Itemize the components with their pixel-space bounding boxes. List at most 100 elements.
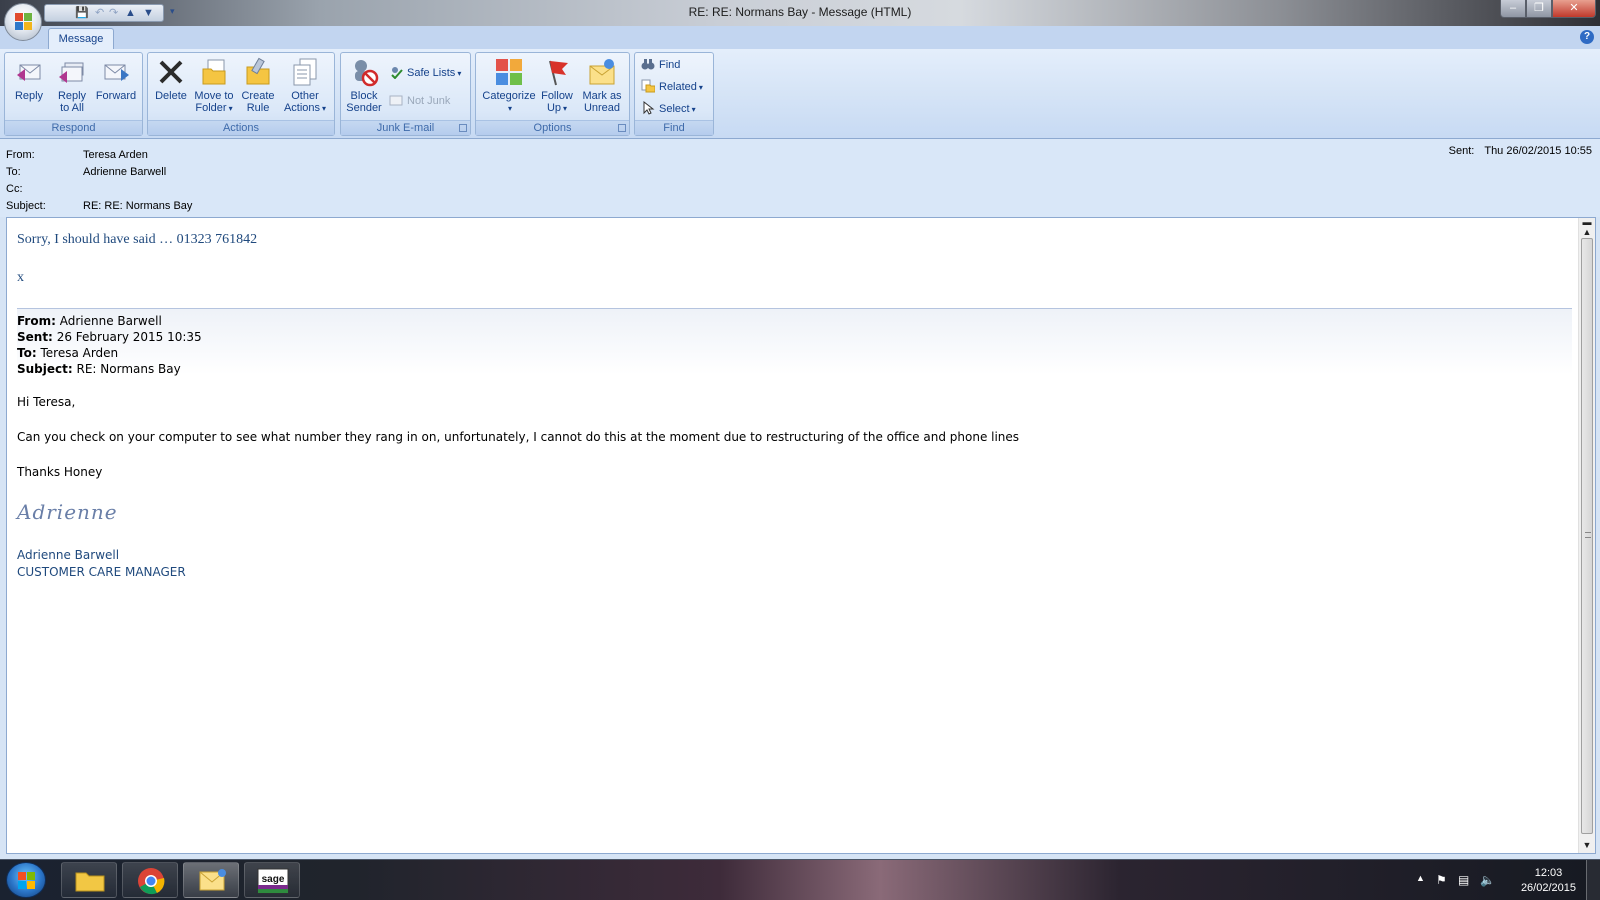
safe-lists-icon <box>389 65 403 80</box>
forward-button[interactable]: Forward <box>93 57 139 102</box>
signature-script: Adrienne <box>17 500 118 524</box>
reply-icon <box>14 57 44 87</box>
quoted-sent-value: 26 February 2015 10:35 <box>56 330 202 344</box>
reply-all-label-1: Reply <box>57 90 87 102</box>
minimize-button[interactable]: – <box>1500 0 1526 18</box>
find-button[interactable]: Find <box>641 56 680 74</box>
delete-label: Delete <box>155 90 187 102</box>
reply-text-line-2: x <box>17 270 24 285</box>
respond-group: Reply Reply to All Forward Respond <box>4 52 143 136</box>
create-rule-label-1: Create <box>241 90 275 102</box>
window-title: RE: RE: Normans Bay - Message (HTML) <box>688 5 912 19</box>
move-to-folder-button[interactable]: Move to Folder ▾ <box>190 57 238 115</box>
rule-icon <box>243 57 273 87</box>
find-label: Find <box>659 59 681 71</box>
other-actions-button[interactable]: Other Actions ▾ <box>280 57 330 115</box>
related-label: Related <box>659 81 697 93</box>
reply-button[interactable]: Reply <box>9 57 49 102</box>
window-controls: – ❐ ✕ <box>1500 0 1596 18</box>
sage-icon: sage <box>257 868 289 894</box>
scroll-grip-icon <box>1585 532 1591 538</box>
not-junk-button[interactable]: Not Junk <box>389 92 450 110</box>
office-logo-icon <box>15 13 33 31</box>
volume-icon[interactable]: 🔈 <box>1480 873 1495 887</box>
junk-email-group: Block Sender Safe Lists ▾ Not Junk Junk E… <box>340 52 471 136</box>
from-label: From: <box>6 149 35 161</box>
sent-label: Sent: <box>1448 145 1475 157</box>
junk-email-launcher-icon[interactable] <box>459 124 467 132</box>
action-center-flag-icon[interactable]: ⚑ <box>1436 873 1447 887</box>
system-tray: ▲ ⚑ ▤ 🔈 12:03 26/02/2015 <box>1400 860 1600 900</box>
subject-value: RE: RE: Normans Bay <box>83 200 193 212</box>
not-junk-label: Not Junk <box>407 95 451 107</box>
reply-all-icon <box>57 57 87 87</box>
categorize-button[interactable]: Categorize ▾ <box>479 57 539 115</box>
start-button[interactable] <box>6 862 46 898</box>
reply-text-line-1: Sorry, I should have said … 01323 761842 <box>17 232 258 247</box>
folder-icon <box>75 872 105 892</box>
taskbar-outlook[interactable] <box>183 862 239 898</box>
follow-up-button[interactable]: Follow Up ▾ <box>536 57 578 115</box>
taskbar-chrome[interactable] <box>122 862 178 898</box>
quoted-subject: Subject: RE: Normans Bay <box>17 362 181 376</box>
to-label: To: <box>6 166 21 178</box>
clock[interactable]: 12:03 26/02/2015 <box>1521 866 1576 896</box>
binoculars-icon <box>641 57 655 71</box>
thanks-line: Thanks Honey <box>17 465 103 479</box>
reply-all-label-2: to All <box>60 102 84 114</box>
maximize-button[interactable]: ❐ <box>1526 0 1552 18</box>
mark-unread-icon <box>587 57 617 87</box>
folder-move-icon <box>199 57 229 87</box>
safe-lists-label: Safe Lists <box>407 67 456 79</box>
reply-all-button[interactable]: Reply to All <box>51 57 93 114</box>
clock-date: 26/02/2015 <box>1520 882 1576 894</box>
ribbon-tab-row: Message ? <box>0 26 1600 49</box>
quoted-from: From: Adrienne Barwell <box>17 314 162 328</box>
tab-message[interactable]: Message <box>48 28 114 49</box>
show-desktop-button[interactable] <box>1586 860 1600 900</box>
respond-group-label: Respond <box>5 120 142 135</box>
to-value[interactable]: Adrienne Barwell <box>83 164 166 180</box>
other-actions-icon <box>290 57 320 87</box>
message-body[interactable]: Sorry, I should have said … 01323 761842… <box>6 217 1596 854</box>
find-group-label: Find <box>635 120 713 135</box>
move-to-folder-label-2: Folder <box>195 102 227 114</box>
select-button[interactable]: Select ▾ <box>641 100 696 118</box>
close-button[interactable]: ✕ <box>1552 0 1596 18</box>
mark-as-unread-button[interactable]: Mark as Unread <box>578 57 626 114</box>
help-icon[interactable]: ? <box>1580 30 1594 44</box>
related-icon <box>641 79 656 93</box>
block-sender-label-1: Block <box>350 90 378 102</box>
scroll-down-icon[interactable]: ▼ <box>1579 837 1595 853</box>
ribbon: Reply Reply to All Forward Respond Delet… <box>0 49 1600 139</box>
options-group: Categorize ▾ Follow Up ▾ Mark as Unread Op… <box>475 52 630 136</box>
delete-button[interactable]: Delete <box>152 57 190 102</box>
network-icon[interactable]: ▤ <box>1458 873 1469 887</box>
block-sender-icon <box>349 57 379 87</box>
taskbar-explorer[interactable] <box>61 862 117 898</box>
scroll-thumb[interactable] <box>1581 238 1593 834</box>
office-button[interactable] <box>4 3 42 41</box>
greeting: Hi Teresa, <box>17 395 76 409</box>
from-value[interactable]: Teresa Arden <box>83 147 148 163</box>
forward-label: Forward <box>95 90 137 102</box>
delete-icon <box>156 57 186 87</box>
quoted-from-value: Adrienne Barwell <box>59 314 162 328</box>
cc-label: Cc: <box>6 183 23 195</box>
related-button[interactable]: Related ▾ <box>641 78 703 96</box>
vertical-scrollbar[interactable]: ▬ ▲ ▼ <box>1578 218 1595 853</box>
create-rule-label-2: Rule <box>246 102 270 114</box>
show-hidden-icons-icon[interactable]: ▲ <box>1416 873 1425 883</box>
create-rule-button[interactable]: Create Rule <box>238 57 278 114</box>
quoted-header: From: Adrienne Barwell Sent: 26 February… <box>17 309 1572 376</box>
quoted-from-label: From: <box>17 314 56 328</box>
forward-icon <box>101 57 131 87</box>
mark-as-unread-label-2: Unread <box>583 102 621 114</box>
taskbar-sage[interactable]: sage <box>244 862 300 898</box>
options-launcher-icon[interactable] <box>618 124 626 132</box>
sent-value: Thu 26/02/2015 10:55 <box>1484 145 1592 157</box>
safe-lists-button[interactable]: Safe Lists ▾ <box>389 64 461 82</box>
block-sender-button[interactable]: Block Sender <box>343 57 385 114</box>
title-bar: 💾 ↶ ↷ ▲ ▼ ▾ RE: RE: Normans Bay - Messag… <box>0 0 1600 26</box>
mark-as-unread-label-1: Mark as <box>582 90 622 102</box>
